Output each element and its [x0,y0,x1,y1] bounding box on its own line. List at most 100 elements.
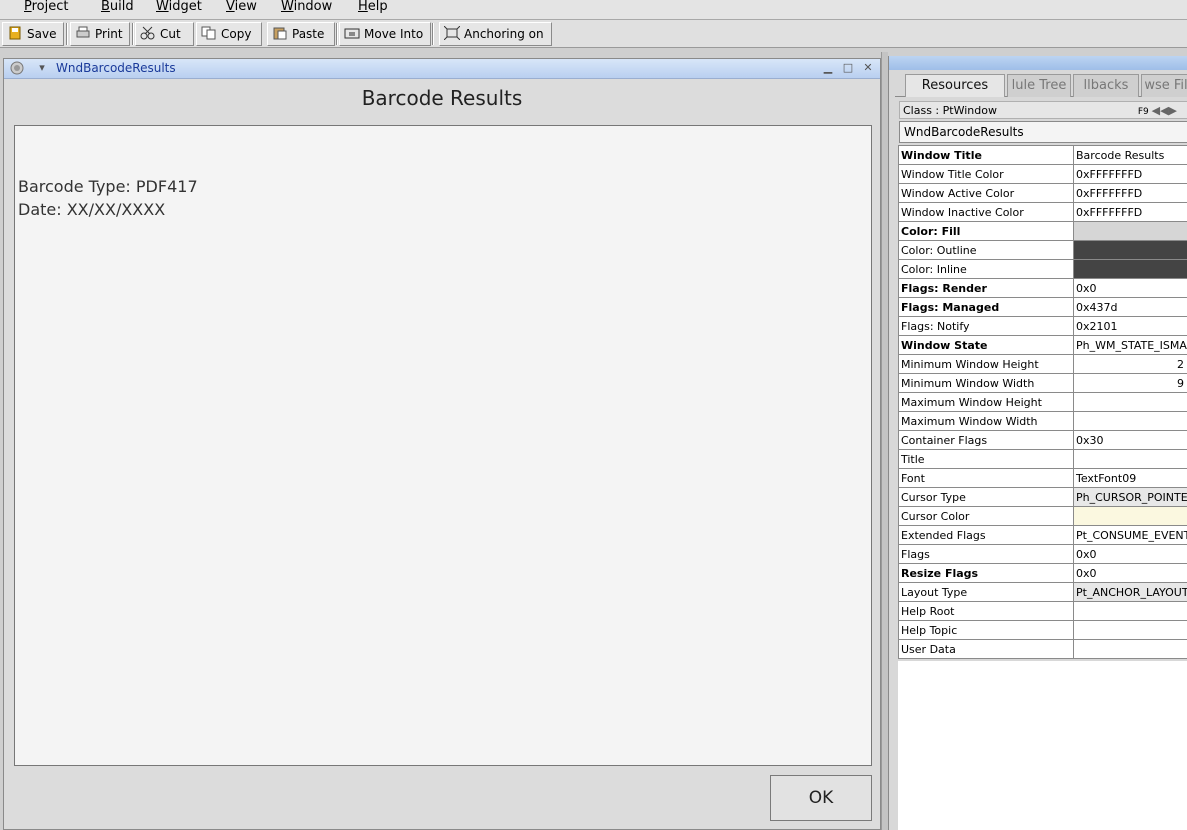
resource-name: Window Title Color [898,164,1074,184]
resource-value[interactable] [1073,620,1187,640]
save-button[interactable]: Save [2,22,64,46]
resource-row[interactable]: Color: Fill [898,221,1187,241]
resource-value[interactable] [1073,221,1187,241]
play-icon[interactable]: ▶ [1169,104,1177,117]
resource-row[interactable]: Cursor Type Ph_CURSOR_POINTE [898,487,1187,507]
resource-value[interactable] [1073,392,1187,412]
menu-bar: Project Build Widget View Window Help [0,0,1187,20]
resource-value[interactable]: 0x0 [1073,544,1187,564]
chevron-down-icon[interactable]: ▾ [34,61,50,76]
resource-row[interactable]: Window Inactive Color 0xFFFFFFFD [898,202,1187,222]
resource-row[interactable]: Resize Flags 0x0 [898,563,1187,583]
resource-row[interactable]: Minimum Window Width 9 [898,373,1187,393]
paste-button[interactable]: Paste [267,22,335,46]
resource-value[interactable]: 0x437d [1073,297,1187,317]
move-into-icon [344,25,360,39]
resource-row[interactable]: Flags: Render 0x0 [898,278,1187,298]
class-bar: Class : PtWindow F9 ◀◀▶ [899,101,1187,119]
resource-value[interactable] [1073,639,1187,659]
resource-row[interactable]: Cursor Color [898,506,1187,526]
menu-help[interactable]: Help [358,0,388,19]
tab-callbacks[interactable]: llbacks [1073,74,1139,97]
resource-row[interactable]: Flags: Managed 0x437d [898,297,1187,317]
resource-row[interactable]: Color: Inline [898,259,1187,279]
tab-module-tree[interactable]: lule Tree [1007,74,1071,97]
resource-value[interactable] [1073,259,1187,279]
resource-value[interactable]: Ph_WM_STATE_ISMA [1073,335,1187,355]
resource-value[interactable]: Ph_CURSOR_POINTE [1073,487,1187,507]
maximize-icon[interactable]: □ [840,61,856,76]
resource-value[interactable]: Barcode Results [1073,145,1187,165]
move-into-button[interactable]: Move Into [339,22,431,46]
resource-value[interactable]: 0x0 [1073,278,1187,298]
resource-row[interactable]: Font TextFont09 [898,468,1187,488]
minimize-icon[interactable]: ▁ [820,61,836,76]
resource-value[interactable] [1073,411,1187,431]
resource-row[interactable]: Minimum Window Height 2 [898,354,1187,374]
resource-value[interactable] [1073,449,1187,469]
resource-row[interactable]: Color: Outline [898,240,1187,260]
resource-row[interactable]: Title [898,449,1187,469]
results-text-area[interactable]: Barcode Type: PDF417 Date: XX/XX/XXXX [14,125,872,766]
resource-name: Cursor Color [898,506,1074,526]
anchoring-toggle[interactable]: Anchoring on [439,22,552,46]
printer-icon [75,25,91,39]
resource-value[interactable]: 0x30 [1073,430,1187,450]
resource-row[interactable]: Window Active Color 0xFFFFFFFD [898,183,1187,203]
copy-button[interactable]: Copy [196,22,262,46]
resource-row[interactable]: Window Title Color 0xFFFFFFFD [898,164,1187,184]
window-menu-icon[interactable] [8,61,30,76]
tab-resources[interactable]: Resources [905,74,1005,97]
menu-window[interactable]: Window [281,0,332,19]
resource-value[interactable]: 0xFFFFFFFD [1073,202,1187,222]
resource-name: Color: Inline [898,259,1074,279]
resource-row[interactable]: Window State Ph_WM_STATE_ISMA [898,335,1187,355]
resource-row[interactable]: Layout Type Pt_ANCHOR_LAYOUT [898,582,1187,602]
resource-value[interactable]: 0xFFFFFFFD [1073,164,1187,184]
resource-row[interactable]: Container Flags 0x30 [898,430,1187,450]
resources-table-blank [898,661,1187,830]
tab-browse-files[interactable]: wse Fil [1141,74,1187,97]
resource-value[interactable]: Pt_CONSUME_EVENT [1073,525,1187,545]
print-button[interactable]: Print [70,22,130,46]
resource-value[interactable] [1073,601,1187,621]
save-label: Save [27,27,57,41]
panel-titlebar [889,56,1187,70]
resource-row[interactable]: Extended Flags Pt_CONSUME_EVENT [898,525,1187,545]
menu-project[interactable]: Project [24,0,69,19]
resource-value[interactable]: Pt_ANCHOR_LAYOUT [1073,582,1187,602]
resource-value[interactable]: 0x2101 [1073,316,1187,336]
resource-value[interactable]: 9 [1073,373,1187,393]
menu-widget[interactable]: Widget [156,0,202,19]
resource-value[interactable] [1073,506,1187,526]
resource-value[interactable]: 2 [1073,354,1187,374]
panel-splitter[interactable] [881,52,888,830]
resource-value[interactable]: 0xFFFFFFFD [1073,183,1187,203]
cut-button[interactable]: Cut [135,22,194,46]
copy-icon [201,25,217,40]
resource-row[interactable]: Help Root [898,601,1187,621]
resource-row[interactable]: Flags 0x0 [898,544,1187,564]
barcode-results-window: ▾ WndBarcodeResults ▁ □ ✕ Barcode Result… [3,58,881,830]
resource-row[interactable]: User Data [898,639,1187,659]
resource-row[interactable]: Maximum Window Height [898,392,1187,412]
resource-name: Title [898,449,1074,469]
resource-row[interactable]: Flags: Notify 0x2101 [898,316,1187,336]
menu-view[interactable]: View [226,0,257,19]
close-icon[interactable]: ✕ [860,61,876,76]
resource-value[interactable]: 0x0 [1073,563,1187,583]
resource-value[interactable] [1073,240,1187,260]
dialog-heading: Barcode Results [361,86,523,110]
resource-row[interactable]: Maximum Window Width [898,411,1187,431]
toolbar-separator [132,23,134,45]
resource-value[interactable]: TextFont09 [1073,468,1187,488]
resource-row[interactable]: Window Title Barcode Results [898,145,1187,165]
ok-button[interactable]: OK [770,775,872,821]
rewind-icon[interactable]: ◀◀ [1152,104,1169,117]
resource-name: Flags: Managed [898,297,1074,317]
window-titlebar[interactable]: ▾ WndBarcodeResults ▁ □ ✕ [4,59,880,79]
widget-name-field[interactable]: WndBarcodeResults [899,121,1187,143]
menu-build[interactable]: Build [101,0,134,19]
toolbar-separator [336,23,338,45]
resource-row[interactable]: Help Topic [898,620,1187,640]
